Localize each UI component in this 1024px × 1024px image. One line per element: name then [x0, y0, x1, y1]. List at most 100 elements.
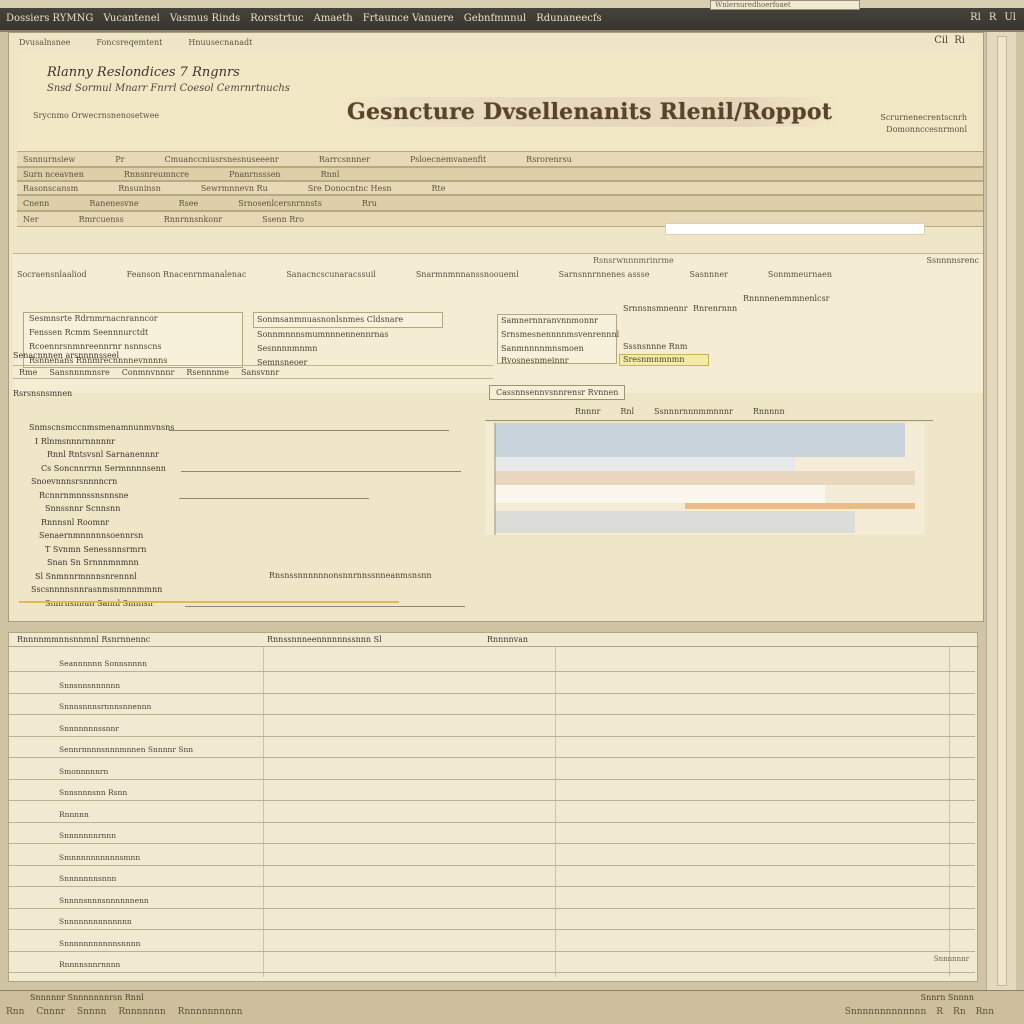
- band-item[interactable]: Rru: [362, 199, 377, 208]
- band-item[interactable]: Ranenesvne: [89, 199, 138, 208]
- column-header[interactable]: Sansnnnmnsre: [43, 366, 115, 378]
- tree-node[interactable]: Cs Soncnnrrnn Sermnnnnsenn: [29, 464, 461, 478]
- form-field-label[interactable]: Rcoennrsnmnreennrnr nsnnscns: [29, 342, 162, 351]
- menubar-right-item[interactable]: Rl: [970, 12, 981, 23]
- footer-nav-item[interactable]: Snnnn: [77, 1007, 106, 1017]
- band-item[interactable]: Sre Donocntnc Hesn: [308, 184, 392, 193]
- band-item[interactable]: Ssenn Rro: [262, 215, 304, 224]
- grid-row-label[interactable]: Seannnnnn Sonnsnnnn: [59, 659, 147, 668]
- form-field-label[interactable]: Rvosnesnmeinnr: [501, 356, 569, 365]
- band-item[interactable]: Rsee: [179, 199, 199, 208]
- menu-item[interactable]: Gebnfmnnul: [464, 13, 526, 24]
- tree-node[interactable]: Snnssnnr Scnnsnn: [29, 504, 449, 518]
- footer-nav-item[interactable]: Cnnnr: [36, 1007, 65, 1017]
- band-item[interactable]: Srnosenlcersnrnnsts: [238, 199, 322, 208]
- tree-node[interactable]: Rnnnsnl Roomnr: [29, 518, 449, 532]
- footer-nav-item[interactable]: Rnnnnnnn: [118, 1007, 165, 1017]
- grid-row-label[interactable]: Snnnnnnnsnnn: [59, 874, 116, 883]
- form-field-label[interactable]: Samnernnranvnnmonnr: [501, 316, 598, 325]
- footer-nav-item[interactable]: Rn: [953, 1007, 966, 1017]
- address-field[interactable]: Wnlersuredhoerfoaet: [710, 0, 860, 10]
- menu-item[interactable]: Frtaunce Vanuere: [363, 13, 454, 24]
- menu-item[interactable]: Amaeth: [314, 13, 353, 24]
- grid-row-label[interactable]: Smonnnnnrn: [59, 767, 108, 776]
- right-scroll-rail[interactable]: [986, 32, 1016, 992]
- band-item[interactable]: Sewrmnnevn Ru: [201, 184, 268, 193]
- tree-node-label: Snoevnnnsrsnnnncrn: [31, 477, 118, 486]
- grid-row-label[interactable]: Snnsnnnsnn Rsnn: [59, 788, 127, 797]
- band-item[interactable]: Rnsuninsn: [118, 184, 161, 193]
- form-field-label[interactable]: Sesmnsrte Rdrnmrnacnranncor: [29, 314, 158, 323]
- band-item[interactable]: Rnnsnreumncre: [124, 170, 189, 179]
- band-item[interactable]: Rarrcsnnner: [319, 155, 370, 164]
- tree-node[interactable]: Snoevnnnsrsnnnncrn: [29, 477, 449, 491]
- band-item[interactable]: Ner: [23, 215, 39, 224]
- tree-node[interactable]: Rnnl Rntsvsnl Sarnanennnr: [29, 450, 449, 464]
- toolbar-item[interactable]: Hnuusecnanadt: [188, 38, 252, 47]
- band-item[interactable]: Pnanrnsssen: [229, 170, 281, 179]
- scrollbar-track[interactable]: [997, 36, 1007, 986]
- tree-node[interactable]: Rcnnrnmnnssnsnnsne: [29, 491, 449, 505]
- band-item[interactable]: Rasonscansm: [23, 184, 78, 193]
- column-header[interactable]: Rme: [13, 366, 43, 378]
- band-item[interactable]: Psloecnemvanenfit: [410, 155, 486, 164]
- tree-node[interactable]: Snan Sn Srnnnmnmnn: [29, 558, 449, 572]
- tree-node[interactable]: Senaernmnnnnnsoennrsn: [29, 531, 449, 545]
- form-input-value[interactable]: Sesnnnnmnmn: [257, 344, 317, 353]
- grid-row-label[interactable]: Snnnnnnnssnnr: [59, 724, 119, 733]
- menubar-right-item[interactable]: R: [989, 12, 997, 23]
- tree-node[interactable]: Snmscnsmccnmsmenamnunmvnsns: [29, 423, 449, 437]
- tree-node[interactable]: I Rlnmsnnnrnnnnnr: [29, 437, 449, 451]
- grid-row-label[interactable]: Snnnnnnnrnnn: [59, 831, 116, 840]
- footer-nav-item[interactable]: Rnnnnnnnnnn: [178, 1007, 243, 1017]
- tree-node[interactable]: T Svnmn Senessnnsrmrn: [29, 545, 449, 559]
- window-control-button[interactable]: Ri: [954, 35, 965, 46]
- band-item[interactable]: Surn nceavnen: [23, 170, 84, 179]
- grid-header-cell[interactable]: Rnnssnnneennnnnnssnnn Sl: [259, 633, 479, 646]
- band-item[interactable]: Rnnrnnsnkonr: [164, 215, 222, 224]
- toolbar-item[interactable]: Foncsreqemtent: [96, 38, 162, 47]
- grid-row-label[interactable]: Smnnnnnnnnnnsmnn: [59, 853, 140, 862]
- form-input-value[interactable]: Sonnmnnnsmumnnnennennrnas: [257, 330, 388, 339]
- toolbar-item[interactable]: Dvusalnsnee: [19, 38, 70, 47]
- window-control-button[interactable]: Cil: [934, 35, 948, 46]
- column-header[interactable]: Sansvnnr: [235, 366, 285, 378]
- grid-row-label[interactable]: Rnnnnn: [59, 810, 89, 819]
- form-field-label[interactable]: Sanmnnnnmnsmoen: [501, 344, 584, 353]
- band-item[interactable]: Cnenn: [23, 199, 49, 208]
- form-field-label[interactable]: Sssnsnnne Rnm: [623, 342, 687, 351]
- menu-item[interactable]: Rdunaneecfs: [536, 13, 601, 24]
- grid-row-label[interactable]: Sennrnnnnsnnnmnnen Snnnnr Snn: [59, 745, 193, 754]
- menu-item[interactable]: Vasmus Rinds: [170, 13, 240, 24]
- footer-nav-item[interactable]: Rnn: [976, 1007, 994, 1017]
- menubar-right-item[interactable]: Ul: [1004, 12, 1016, 23]
- band-item[interactable]: Cmuanccniusrsnesnuseeenr: [164, 155, 278, 164]
- form-field-label[interactable]: Srnsmesnennnnmsvenrennnl: [501, 330, 619, 339]
- panel-tab[interactable]: Ssnnnnsrenc: [927, 256, 980, 265]
- footer-nav-item[interactable]: R: [936, 1007, 943, 1017]
- band-item[interactable]: Rsrorenrsu: [526, 155, 572, 164]
- footer-nav-item[interactable]: Snnnnnnnnnnnnn: [845, 1007, 927, 1017]
- grid-header-cell[interactable]: Rnnnnmmnnsnnmnl Rsnrnnennc: [9, 633, 259, 646]
- tree-node[interactable]: Sscsnnnnsnnrasnmsnmnnmmnn: [29, 585, 449, 599]
- column-header[interactable]: Rsennnme: [180, 366, 235, 378]
- band-item[interactable]: Rte: [432, 184, 446, 193]
- grid-row-label[interactable]: Snnnnnnnnnnnsnnnn: [59, 939, 140, 948]
- search-input[interactable]: [665, 223, 925, 235]
- grid-row-label[interactable]: Snnnsnnnsrnnnsnnennn: [59, 702, 151, 711]
- menu-item[interactable]: Rorsstrtuc: [250, 13, 303, 24]
- grid-row-label[interactable]: Snnsnnsnnnnnn: [59, 681, 120, 690]
- form-field-label[interactable]: Fenssen Rcmm Seennnurctdt: [29, 328, 148, 337]
- band-item[interactable]: Rmrcuenss: [79, 215, 124, 224]
- grid-row-label[interactable]: Rnnnnsnnrnnnn: [59, 960, 120, 969]
- grid-header-cell[interactable]: Rnnnnvan: [479, 633, 536, 646]
- grid-row-label[interactable]: Snnnnnnnnnnnnnn: [59, 917, 132, 926]
- menu-item[interactable]: Vucantenel: [103, 13, 160, 24]
- footer-nav-item[interactable]: Rnn: [6, 1007, 24, 1017]
- band-item[interactable]: Ssnnurnsiew: [23, 155, 75, 164]
- band-item[interactable]: Rnnl: [321, 170, 340, 179]
- column-header[interactable]: Conmnvnnnr: [116, 366, 181, 378]
- menu-item[interactable]: Dossiers RYMNG: [6, 13, 93, 24]
- band-item[interactable]: Pr: [115, 155, 124, 164]
- grid-row-label[interactable]: Snnnnsnnnsnnnnnnenn: [59, 896, 149, 905]
